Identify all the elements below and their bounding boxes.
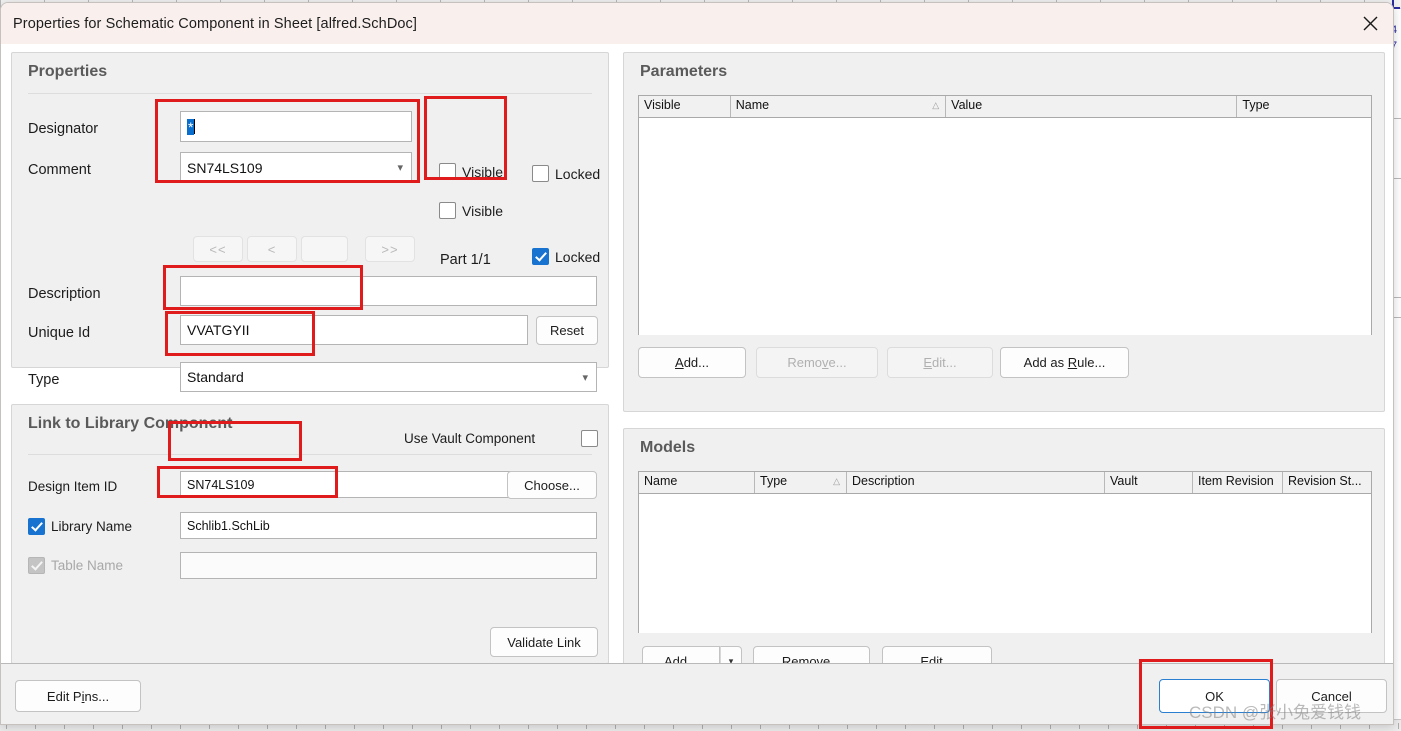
text-caret	[194, 119, 196, 134]
parameters-edit-button: Edit...	[887, 347, 993, 378]
design-item-id-label: Design Item ID	[28, 479, 118, 494]
models-col-type-label: Type	[760, 474, 788, 488]
parameters-col-type[interactable]: Type	[1237, 96, 1371, 117]
parameters-col-name[interactable]: Name △	[731, 96, 947, 117]
library-name-value: Schlib1.SchLib	[187, 518, 270, 533]
models-grid-header: Name Type △ Description Vault Item Revis…	[639, 472, 1371, 494]
link-to-library-panel: Link to Library Component Use Vault Comp…	[11, 404, 609, 664]
unique-id-reset-button[interactable]: Reset	[536, 316, 598, 345]
description-input[interactable]	[180, 276, 597, 306]
parameters-grid-body[interactable]	[639, 118, 1371, 335]
chevron-down-icon: ▾	[397, 162, 403, 174]
parameters-add-as-rule-button[interactable]: Add as Rule...	[1000, 347, 1129, 378]
comment-visible-label: Visible	[462, 202, 503, 219]
models-col-name[interactable]: Name	[639, 472, 755, 493]
parameters-grid[interactable]: Visible Name △ Value Type	[638, 95, 1372, 335]
unique-id-input[interactable]: VVATGYII	[180, 315, 528, 345]
description-label: Description	[28, 286, 101, 302]
csdn-watermark: CSDN @张小兔爱钱钱	[1189, 703, 1362, 722]
design-item-id-input[interactable]: SN74LS109	[180, 471, 517, 498]
design-item-id-value: SN74LS109	[187, 477, 255, 492]
dialog-title: Properties for Schematic Component in Sh…	[13, 15, 418, 32]
part-indicator: Part 1/1	[440, 252, 491, 268]
models-panel-title: Models	[640, 439, 696, 456]
checkbox-box	[532, 165, 549, 182]
designator-value: *	[187, 118, 195, 135]
divider	[28, 454, 592, 455]
table-name-label: Table Name	[51, 558, 124, 573]
part-first-button[interactable]: <<	[193, 236, 243, 262]
library-name-checkbox[interactable]: Library Name	[28, 518, 132, 535]
sort-ascending-icon: △	[833, 476, 840, 486]
comment-value: SN74LS109	[187, 159, 263, 176]
properties-panel: Properties Designator * Visible Locked C…	[11, 52, 609, 392]
dialog-titlebar: Properties for Schematic Component in Sh…	[1, 3, 1393, 44]
type-label: Type	[28, 372, 60, 388]
link-panel-title: Link to Library Component	[28, 415, 233, 432]
type-combobox[interactable]: Standard ▾	[180, 362, 597, 392]
comment-visible-checkbox[interactable]: Visible	[439, 202, 503, 219]
part-locked-checkbox[interactable]: Locked	[532, 248, 600, 265]
properties-dialog: Properties for Schematic Component in Sh…	[0, 2, 1394, 725]
checkbox-box	[439, 163, 456, 180]
parameters-grid-header: Visible Name △ Value Type	[639, 96, 1371, 118]
designator-visible-label: Visible	[462, 163, 503, 180]
divider	[28, 93, 592, 94]
edit-pins-button[interactable]: Edit Pins...	[15, 680, 141, 712]
models-col-description[interactable]: Description	[847, 472, 1105, 493]
part-prev-button-spacer	[301, 236, 348, 262]
parameters-remove-button: Remove...	[756, 347, 878, 378]
parameters-col-name-label: Name	[735, 98, 770, 112]
designator-visible-checkbox[interactable]: Visible	[439, 163, 503, 180]
parameters-col-visible[interactable]: Visible	[639, 96, 731, 117]
table-name-input	[180, 552, 597, 579]
models-col-type[interactable]: Type △	[755, 472, 847, 493]
parameters-col-value[interactable]: Value	[946, 96, 1238, 117]
models-col-vault[interactable]: Vault	[1105, 472, 1193, 493]
dialog-footer: Edit Pins... OK Cancel	[1, 663, 1393, 724]
library-name-label: Library Name	[51, 519, 133, 534]
close-icon[interactable]	[1347, 3, 1393, 44]
checkbox-box	[28, 557, 45, 574]
checkbox-box	[581, 430, 598, 447]
models-grid[interactable]: Name Type △ Description Vault Item Revis…	[638, 471, 1372, 633]
part-prev-button-2[interactable]: <	[247, 236, 297, 262]
designator-input[interactable]: *	[180, 111, 412, 142]
part-locked-label: Locked	[555, 248, 601, 265]
comment-label: Comment	[28, 162, 91, 178]
designator-locked-checkbox[interactable]: Locked	[532, 165, 600, 182]
use-vault-checkbox[interactable]	[581, 430, 604, 447]
choose-button[interactable]: Choose...	[507, 471, 597, 499]
unique-id-value: VVATGYII	[187, 322, 250, 338]
unique-id-label: Unique Id	[28, 325, 91, 341]
ruler-tick	[1398, 723, 1399, 729]
parameters-panel-title: Parameters	[640, 63, 728, 80]
models-grid-body[interactable]	[639, 494, 1371, 633]
parameters-add-button[interactable]: Add...	[638, 347, 746, 378]
designator-locked-label: Locked	[555, 165, 601, 182]
properties-panel-title: Properties	[28, 63, 108, 80]
parameters-panel: Parameters Visible Name △ Value Type Add…	[623, 52, 1385, 412]
validate-link-button[interactable]: Validate Link	[490, 627, 598, 657]
checkbox-box	[439, 202, 456, 219]
type-value: Standard	[187, 369, 244, 385]
checkbox-box	[532, 248, 549, 265]
sort-ascending-icon: △	[932, 100, 940, 110]
use-vault-label: Use Vault Component	[404, 431, 536, 446]
designator-label: Designator	[28, 121, 99, 137]
models-panel: Models Name Type △ Description Vault Ite…	[623, 428, 1385, 690]
comment-combobox[interactable]: SN74LS109 ▾	[180, 152, 412, 183]
dialog-body: Properties Designator * Visible Locked C…	[1, 44, 1393, 708]
checkbox-box	[28, 518, 45, 535]
part-last-button[interactable]: >>	[365, 236, 415, 262]
models-col-revision-status[interactable]: Revision St...	[1283, 472, 1371, 493]
library-name-input[interactable]: Schlib1.SchLib	[180, 512, 597, 539]
chevron-down-icon: ▾	[582, 371, 588, 384]
models-col-item-revision[interactable]: Item Revision	[1193, 472, 1283, 493]
table-name-checkbox: Table Name	[28, 557, 123, 574]
